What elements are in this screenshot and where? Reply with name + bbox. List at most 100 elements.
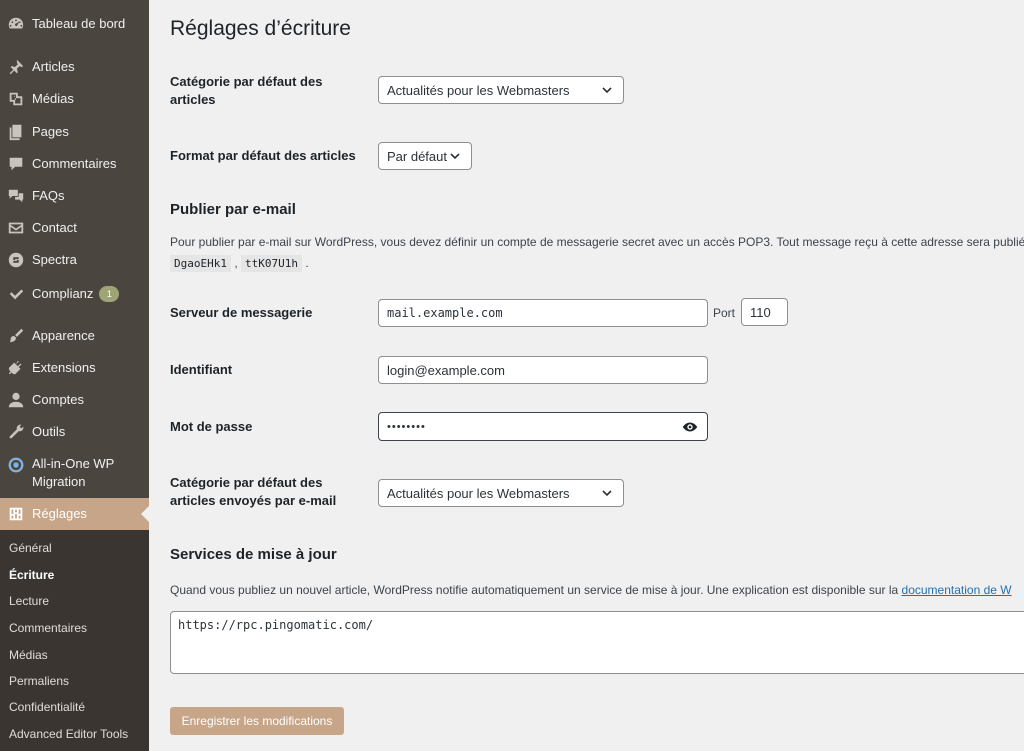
separator: , (234, 256, 238, 270)
email-description: Pour publier par e-mail sur WordPress, v… (170, 235, 1024, 249)
menu-label-group: All-in-One WP Migration (32, 455, 114, 491)
select-value: Actualités pour les Webmasters (387, 485, 570, 501)
comment-icon (6, 154, 26, 174)
menu-item-tools[interactable]: Outils (0, 422, 149, 442)
menu-label: Comptes (32, 392, 85, 407)
brush-icon (6, 326, 26, 346)
check-icon (6, 284, 26, 304)
submenu-permalinks[interactable]: Permaliens (9, 674, 69, 688)
password-value: •••••••• (387, 420, 426, 433)
menu-item-appearance[interactable]: Apparence (0, 326, 149, 346)
faq-icon (6, 186, 26, 206)
eye-icon[interactable] (681, 418, 699, 436)
plugin-icon (6, 358, 26, 378)
menu-label: Médias (32, 91, 74, 106)
select-value: Par défaut (387, 148, 447, 164)
update-section-title: Services de mise à jour (170, 546, 337, 563)
documentation-link[interactable]: documentation de W (902, 583, 1012, 597)
admin-sidebar: Tableau de bord Articles Médias Pages Co… (0, 0, 149, 751)
menu-label: FAQs (32, 188, 65, 203)
label-line: Catégorie par défaut des (170, 475, 323, 490)
mail-server-label: Serveur de messagerie (170, 305, 313, 320)
pin-icon (6, 57, 26, 77)
page-title: Réglages d’écriture (170, 17, 351, 40)
chevron-down-icon (450, 153, 460, 160)
menu-label: Pages (32, 124, 69, 139)
default-format-select[interactable]: Par défaut (378, 142, 472, 170)
chevron-down-icon (602, 87, 612, 94)
menu-item-dashboard[interactable]: Tableau de bord (0, 14, 149, 34)
mail-server-input[interactable]: mail.example.com (378, 299, 708, 327)
email-codes: DgaoEHk1 , ttK07U1h . (170, 255, 309, 272)
submenu-privacy[interactable]: Confidentialité (9, 700, 85, 714)
menu-item-comments[interactable]: Commentaires (0, 154, 149, 174)
menu-item-faqs[interactable]: FAQs (0, 186, 149, 206)
menu-label: Migration (32, 474, 86, 489)
login-label: Identifiant (170, 362, 233, 377)
separator: . (305, 256, 309, 270)
menu-item-complianz[interactable]: Complianz 1 (0, 284, 149, 304)
update-description: Quand vous publiez un nouvel article, Wo… (170, 583, 1024, 597)
dashboard-icon (6, 14, 26, 34)
email-category-select[interactable]: Actualités pour les Webmasters (378, 479, 624, 507)
submenu-media[interactable]: Médias (9, 648, 48, 662)
spectra-icon (6, 250, 26, 270)
menu-item-articles[interactable]: Articles (0, 57, 149, 77)
menu-label: Apparence (32, 328, 95, 343)
login-input[interactable]: login@example.com (378, 356, 708, 384)
menu-item-extensions[interactable]: Extensions (0, 358, 149, 378)
submenu-advanced-editor-tools[interactable]: Advanced Editor Tools (9, 727, 128, 741)
label-line: articles envoyés par e-mail (170, 493, 337, 508)
menu-label: All-in-One WP (32, 456, 115, 471)
menu-label: Réglages (32, 506, 87, 521)
menu-label: Tableau de bord (32, 16, 126, 31)
menu-label: Spectra (32, 252, 77, 267)
menu-item-accounts[interactable]: Comptes (0, 390, 149, 410)
menu-item-settings[interactable]: Réglages (0, 498, 149, 530)
label-line: Catégorie par défaut des (170, 74, 323, 89)
settings-submenu: Général Écriture Lecture Commentaires Mé… (0, 530, 149, 751)
password-input[interactable]: •••••••• (378, 412, 708, 441)
settings-main: Réglages d’écriture Catégorie par défaut… (149, 0, 1024, 751)
settings-icon (6, 504, 26, 524)
wrench-icon (6, 422, 26, 442)
menu-label: Contact (32, 220, 77, 235)
port-input[interactable]: 110 (741, 298, 788, 326)
chevron-down-icon (602, 490, 612, 497)
description-text: Quand vous publiez un nouvel article, Wo… (170, 583, 899, 597)
update-services-textarea[interactable]: https://rpc.pingomatic.com/ (170, 611, 1024, 674)
menu-label: Commentaires (32, 156, 117, 171)
submenu-writing[interactable]: Écriture (9, 568, 54, 582)
notification-badge: 1 (99, 286, 120, 302)
label-line: articles (170, 92, 216, 107)
email-section-title: Publier par e-mail (170, 201, 296, 218)
menu-item-spectra[interactable]: Spectra (0, 250, 149, 270)
migration-icon (6, 455, 26, 475)
secret-code: ttK07U1h (241, 255, 302, 272)
menu-label: Complianz (32, 286, 94, 301)
media-icon (6, 89, 26, 109)
email-category-label: Catégorie par défaut des articles envoyé… (170, 474, 336, 510)
submenu-general[interactable]: Général (9, 541, 52, 555)
password-label: Mot de passe (170, 419, 253, 434)
menu-label: Articles (32, 59, 75, 74)
default-format-label: Format par défaut des articles (170, 148, 356, 163)
secret-code: DgaoEHk1 (170, 255, 231, 272)
save-button[interactable]: Enregistrer les modifications (170, 707, 344, 735)
user-icon (6, 390, 26, 410)
menu-label: Extensions (32, 360, 96, 375)
menu-item-pages[interactable]: Pages (0, 122, 149, 142)
menu-item-media[interactable]: Médias (0, 89, 149, 109)
current-indicator (141, 506, 149, 522)
default-category-select[interactable]: Actualités pour les Webmasters (378, 76, 624, 104)
port-label: Port (713, 306, 736, 320)
pages-icon (6, 122, 26, 142)
mail-icon (6, 218, 26, 238)
select-value: Actualités pour les Webmasters (387, 82, 570, 98)
default-category-label: Catégorie par défaut des articles (170, 73, 322, 109)
menu-item-migration[interactable]: All-in-One WP Migration (0, 455, 149, 491)
submenu-discussion[interactable]: Commentaires (9, 621, 87, 635)
submenu-reading[interactable]: Lecture (9, 594, 49, 608)
menu-item-contact[interactable]: Contact (0, 218, 149, 238)
menu-label: Outils (32, 424, 66, 439)
